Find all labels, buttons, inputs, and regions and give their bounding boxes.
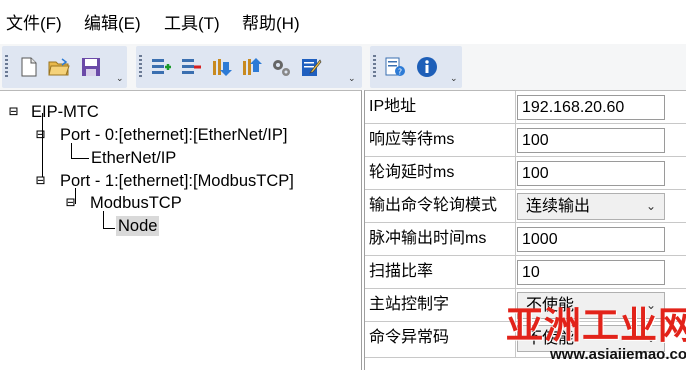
property-label: 轮询延时ms bbox=[369, 164, 455, 181]
menu-file[interactable]: 文件(F) bbox=[6, 14, 62, 34]
pulse-time-field[interactable]: 1000 bbox=[517, 227, 665, 252]
tree-node-port0[interactable]: Port - 0:[ethernet]:[EtherNet/IP] bbox=[60, 125, 287, 145]
property-row-master-control: 主站控制字 不使能 ⌄ bbox=[365, 289, 686, 322]
toolbar-grip[interactable] bbox=[373, 55, 376, 79]
menu-edit[interactable]: 编辑(E) bbox=[84, 14, 141, 34]
property-label: 命令异常码 bbox=[369, 329, 450, 346]
property-label: IP地址 bbox=[369, 98, 417, 115]
tree-node-node[interactable]: Node bbox=[116, 216, 160, 236]
device-tree-panel: ⊟ EIP-MTC ⊟ Port - 0:[ethernet]:[EtherNe… bbox=[0, 90, 362, 370]
new-file-icon[interactable] bbox=[18, 56, 40, 78]
tree-line bbox=[103, 211, 104, 229]
log-window-icon[interactable]: ? bbox=[384, 56, 406, 78]
chevron-down-icon[interactable]: ⌄ bbox=[646, 326, 656, 351]
chevron-down-icon[interactable]: ⌄ bbox=[646, 293, 656, 318]
tree-expander-port0[interactable]: ⊟ bbox=[36, 124, 45, 144]
tree-expander-port1[interactable]: ⊟ bbox=[36, 170, 45, 190]
property-label: 脉冲输出时间ms bbox=[369, 230, 487, 247]
tree-line bbox=[71, 158, 89, 159]
settings-gears-icon[interactable] bbox=[270, 56, 292, 78]
column-divider bbox=[515, 322, 516, 357]
download-icon[interactable] bbox=[210, 56, 232, 78]
edit-icon[interactable] bbox=[300, 56, 322, 78]
add-device-icon[interactable] bbox=[150, 56, 172, 78]
toolbar-dropdown-arrow[interactable]: ⌄ bbox=[116, 74, 124, 83]
output-mode-select[interactable]: 连续输出 ⌄ bbox=[517, 193, 665, 220]
menu-help[interactable]: 帮助(H) bbox=[242, 14, 300, 34]
select-value: 不使能 bbox=[526, 297, 575, 314]
menu-bar: 文件(F) 编辑(E) 工具(T) 帮助(H) bbox=[0, 0, 686, 44]
upload-icon[interactable] bbox=[240, 56, 262, 78]
property-row-scan-ratio: 扫描比率 10 bbox=[365, 256, 686, 289]
remove-device-icon[interactable] bbox=[180, 56, 202, 78]
column-divider bbox=[515, 157, 516, 189]
tree-node-modbustcp[interactable]: ModbusTCP bbox=[90, 193, 182, 213]
property-label: 输出命令轮询模式 bbox=[369, 197, 498, 214]
error-code-select[interactable]: 不使能 ⌄ bbox=[517, 325, 665, 352]
toolbar-group-help: ? ⌄ bbox=[370, 46, 462, 88]
toolbar-grip[interactable] bbox=[5, 55, 8, 79]
ip-address-field[interactable]: 192.168.20.60 bbox=[517, 95, 665, 120]
tree-node-root[interactable]: EIP-MTC bbox=[31, 102, 99, 122]
select-value: 连续输出 bbox=[526, 198, 591, 215]
tree-expander-modbustcp[interactable]: ⊟ bbox=[66, 192, 75, 212]
svg-text:?: ? bbox=[398, 68, 402, 77]
column-divider bbox=[515, 190, 516, 222]
tree-expander-root[interactable]: ⊟ bbox=[9, 101, 18, 121]
column-divider bbox=[515, 256, 516, 288]
menu-tools[interactable]: 工具(T) bbox=[164, 14, 220, 34]
property-row-response-wait: 响应等待ms 100 bbox=[365, 124, 686, 157]
property-row-poll-delay: 轮询延时ms 100 bbox=[365, 157, 686, 190]
master-control-select[interactable]: 不使能 ⌄ bbox=[517, 292, 665, 319]
save-icon[interactable] bbox=[80, 56, 102, 78]
poll-delay-field[interactable]: 100 bbox=[517, 161, 665, 186]
tree-line bbox=[103, 228, 115, 229]
property-grid: IP地址 192.168.20.60 响应等待ms 100 轮询延时ms 100… bbox=[364, 90, 686, 370]
property-row-ip: IP地址 192.168.20.60 bbox=[365, 91, 686, 124]
tree-line bbox=[71, 143, 72, 159]
response-wait-field[interactable]: 100 bbox=[517, 128, 665, 153]
info-icon[interactable] bbox=[416, 56, 438, 78]
toolbar: ⌄ ⌄ ? ⌄ bbox=[0, 44, 686, 90]
tree-line bbox=[42, 113, 43, 177]
property-row-pulse-time: 脉冲输出时间ms 1000 bbox=[365, 223, 686, 256]
property-label: 响应等待ms bbox=[369, 131, 455, 148]
scan-ratio-field[interactable]: 10 bbox=[517, 260, 665, 285]
toolbar-group-file: ⌄ bbox=[2, 46, 127, 88]
toolbar-group-device: ⌄ bbox=[136, 46, 362, 88]
tree-node-ethernetip[interactable]: EtherNet/IP bbox=[91, 148, 176, 168]
property-row-output-mode: 输出命令轮询模式 连续输出 ⌄ bbox=[365, 190, 686, 223]
select-value: 不使能 bbox=[526, 330, 575, 347]
column-divider bbox=[515, 91, 516, 123]
property-label: 主站控制字 bbox=[369, 296, 450, 313]
property-row-error-code: 命令异常码 不使能 ⌄ bbox=[365, 322, 686, 358]
column-divider bbox=[515, 289, 516, 321]
column-divider bbox=[515, 124, 516, 156]
open-folder-icon[interactable] bbox=[48, 56, 70, 78]
tree-node-port1[interactable]: Port - 1:[ethernet]:[ModbusTCP] bbox=[60, 171, 294, 191]
property-label: 扫描比率 bbox=[369, 263, 434, 280]
toolbar-dropdown-arrow[interactable]: ⌄ bbox=[450, 74, 458, 83]
column-divider bbox=[515, 223, 516, 255]
toolbar-grip[interactable] bbox=[139, 55, 142, 79]
toolbar-dropdown-arrow[interactable]: ⌄ bbox=[348, 74, 356, 83]
chevron-down-icon[interactable]: ⌄ bbox=[646, 194, 656, 219]
